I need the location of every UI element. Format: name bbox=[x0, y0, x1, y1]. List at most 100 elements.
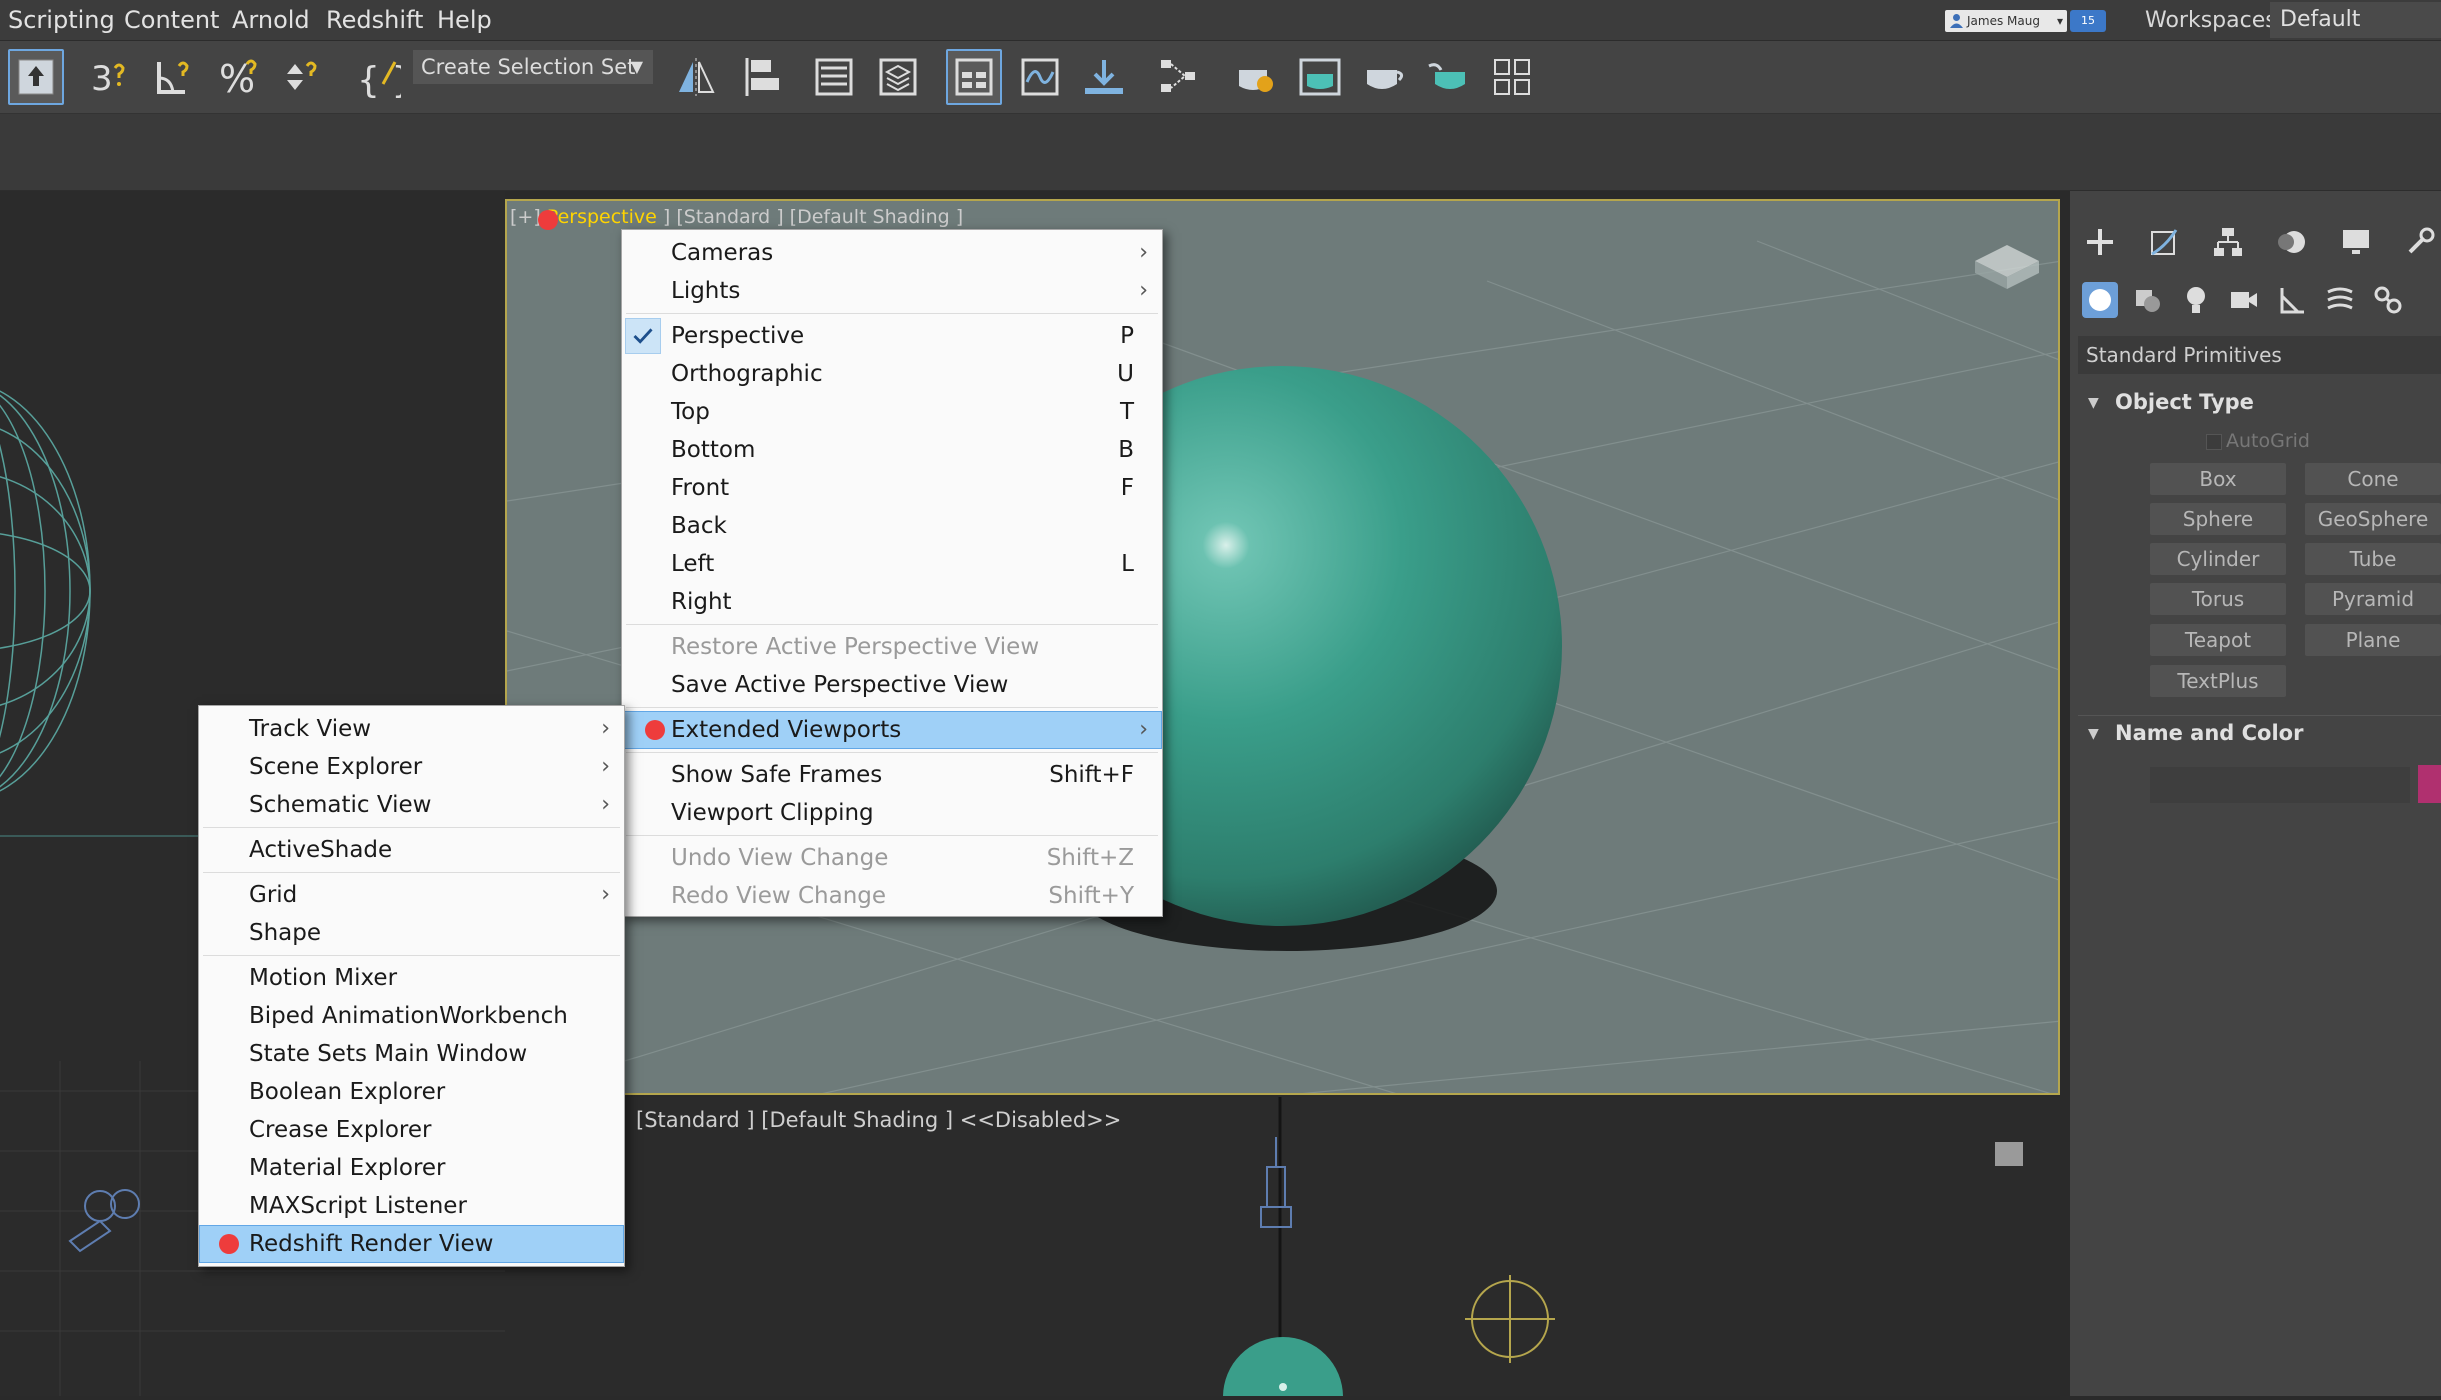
object-name-input[interactable] bbox=[2150, 767, 2410, 803]
menu-item-shape[interactable]: Shape bbox=[199, 914, 624, 952]
shapes-category-button[interactable] bbox=[2130, 282, 2166, 318]
menu-item-viewport-clipping[interactable]: Viewport Clipping bbox=[622, 794, 1162, 832]
menu-item-motion-mixer[interactable]: Motion Mixer bbox=[199, 959, 624, 997]
systems-icon bbox=[2374, 286, 2402, 314]
select-link-icon bbox=[18, 59, 54, 95]
lights-category-button[interactable] bbox=[2178, 282, 2214, 318]
tube-button[interactable]: Tube bbox=[2305, 543, 2441, 575]
edit-named-selection-button[interactable]: { } bbox=[350, 49, 406, 105]
object-category-dropdown[interactable]: Standard Primitives bbox=[2078, 336, 2441, 374]
menu-item-bottom[interactable]: Bottom B bbox=[622, 431, 1162, 469]
object-type-rollout-title[interactable]: Object Type bbox=[2115, 390, 2254, 414]
torus-button[interactable]: Torus bbox=[2150, 583, 2286, 615]
teapot-button[interactable]: Teapot bbox=[2150, 624, 2286, 656]
geometry-category-button[interactable] bbox=[2082, 282, 2118, 318]
chevron-right-icon: › bbox=[1139, 717, 1148, 742]
menu-item-state-sets-main-window[interactable]: State Sets Main Window bbox=[199, 1035, 624, 1073]
textplus-button[interactable]: TextPlus bbox=[2150, 665, 2286, 697]
dope-sheet-button[interactable] bbox=[1076, 49, 1132, 105]
menu-item-lights[interactable]: Lights › bbox=[622, 272, 1162, 310]
toggle-ribbon-button[interactable] bbox=[946, 49, 1002, 105]
collapse-triangle-icon[interactable]: ▼ bbox=[2088, 726, 2099, 742]
hierarchy-tab[interactable] bbox=[2210, 224, 2246, 260]
pyramid-button[interactable]: Pyramid bbox=[2305, 583, 2441, 615]
menu-item-undo-view-change[interactable]: Undo View Change Shift+Z bbox=[622, 839, 1162, 877]
menu-item-extended-viewports[interactable]: Extended Viewports › bbox=[622, 711, 1162, 749]
rendered-frame-window-button[interactable] bbox=[1292, 49, 1348, 105]
mirror-button[interactable] bbox=[668, 49, 724, 105]
viewport-label[interactable]: [+] Perspective ] [Standard ] [Default S… bbox=[510, 206, 963, 228]
viewport-point-of-view-label[interactable]: Perspective bbox=[547, 206, 657, 228]
menu-item-show-safe-frames[interactable]: Show Safe Frames Shift+F bbox=[622, 756, 1162, 794]
viewport-menu-plus[interactable]: [+] bbox=[510, 206, 541, 228]
menu-item-front[interactable]: Front F bbox=[622, 469, 1162, 507]
menu-item-back[interactable]: Back bbox=[622, 507, 1162, 545]
render-production-button[interactable] bbox=[1356, 49, 1412, 105]
geosphere-button[interactable]: GeoSphere bbox=[2305, 503, 2441, 535]
cameras-category-button[interactable] bbox=[2226, 282, 2262, 318]
menu-item-redshift-render-view[interactable]: Redshift Render View bbox=[199, 1225, 624, 1263]
chevron-right-icon: › bbox=[601, 792, 610, 817]
extras-grid-button[interactable] bbox=[1484, 49, 1540, 105]
helpers-category-button[interactable] bbox=[2274, 282, 2310, 318]
workspace-select[interactable]: Default bbox=[2270, 2, 2441, 38]
menu-content[interactable]: Content bbox=[124, 6, 219, 34]
menu-item-right[interactable]: Right bbox=[622, 583, 1162, 621]
utilities-tab[interactable] bbox=[2402, 224, 2438, 260]
angle-snap-button[interactable] bbox=[146, 49, 202, 105]
menu-item-activeshade[interactable]: ActiveShade bbox=[199, 831, 624, 869]
spinner-snap-button[interactable] bbox=[276, 49, 332, 105]
menu-item-restore-active-perspective-view[interactable]: Restore Active Perspective View bbox=[622, 628, 1162, 666]
menu-item-cameras[interactable]: Cameras › bbox=[622, 234, 1162, 272]
create-selection-set-dropdown[interactable]: Create Selection Set ▼ bbox=[413, 50, 653, 84]
menu-item-crease-explorer[interactable]: Crease Explorer bbox=[199, 1111, 624, 1149]
menu-help[interactable]: Help bbox=[437, 6, 492, 34]
bottom-viewport-label[interactable]: [Standard ] [Default Shading ] <<Disable… bbox=[636, 1108, 1121, 1132]
box-button[interactable]: Box bbox=[2150, 463, 2286, 495]
layer-explorer-button[interactable] bbox=[870, 49, 926, 105]
systems-category-button[interactable] bbox=[2370, 282, 2406, 318]
align-button[interactable] bbox=[732, 49, 788, 105]
create-tab[interactable] bbox=[2082, 224, 2118, 260]
menu-item-save-active-perspective-view[interactable]: Save Active Perspective View bbox=[622, 666, 1162, 704]
bottom-viewport[interactable] bbox=[505, 1097, 2060, 1400]
menu-item-perspective[interactable]: Perspective P bbox=[622, 317, 1162, 355]
object-color-swatch[interactable] bbox=[2418, 765, 2441, 803]
display-tab[interactable] bbox=[2338, 224, 2374, 260]
snap-3d-button[interactable]: 3 bbox=[82, 49, 138, 105]
menu-item-maxscript-listener[interactable]: MAXScript Listener bbox=[199, 1187, 624, 1225]
menu-item-top[interactable]: Top T bbox=[622, 393, 1162, 431]
menu-scripting[interactable]: Scripting bbox=[8, 6, 115, 34]
menu-item-orthographic[interactable]: Orthographic U bbox=[622, 355, 1162, 393]
menu-arnold[interactable]: Arnold bbox=[232, 6, 310, 34]
notification-badge[interactable]: 15 bbox=[2070, 10, 2106, 32]
viewport-shading-labels[interactable]: ] [Standard ] [Default Shading ] bbox=[663, 206, 963, 228]
menu-item-boolean-explorer[interactable]: Boolean Explorer bbox=[199, 1073, 624, 1111]
menu-item-material-explorer[interactable]: Material Explorer bbox=[199, 1149, 624, 1187]
autogrid-checkbox[interactable] bbox=[2206, 434, 2222, 450]
select-link-button[interactable] bbox=[8, 49, 64, 105]
cylinder-button[interactable]: Cylinder bbox=[2150, 543, 2286, 575]
menu-redshift[interactable]: Redshift bbox=[326, 6, 423, 34]
menu-item-schematic-view[interactable]: Schematic View › bbox=[199, 786, 624, 824]
space-warps-category-button[interactable] bbox=[2322, 282, 2358, 318]
plane-button[interactable]: Plane bbox=[2305, 624, 2441, 656]
scene-explorer-button[interactable] bbox=[806, 49, 862, 105]
menu-item-left[interactable]: Left L bbox=[622, 545, 1162, 583]
modify-tab[interactable] bbox=[2146, 224, 2182, 260]
percent-snap-button[interactable]: % bbox=[212, 49, 268, 105]
menu-item-scene-explorer[interactable]: Scene Explorer › bbox=[199, 748, 624, 786]
render-setup-button[interactable] bbox=[1228, 49, 1284, 105]
cone-button[interactable]: Cone bbox=[2305, 463, 2441, 495]
menu-item-track-view[interactable]: Track View › bbox=[199, 710, 624, 748]
name-and-color-rollout-title[interactable]: Name and Color bbox=[2115, 721, 2303, 745]
menu-item-biped-animation-workbench[interactable]: Biped AnimationWorkbench bbox=[199, 997, 624, 1035]
menu-item-grid[interactable]: Grid › bbox=[199, 876, 624, 914]
menu-item-redo-view-change[interactable]: Redo View Change Shift+Y bbox=[622, 877, 1162, 915]
schematic-view-button[interactable] bbox=[1150, 49, 1206, 105]
render-iterative-button[interactable] bbox=[1420, 49, 1476, 105]
collapse-triangle-icon[interactable]: ▼ bbox=[2088, 395, 2099, 411]
motion-tab[interactable] bbox=[2274, 224, 2310, 260]
curve-editor-button[interactable] bbox=[1012, 49, 1068, 105]
sphere-button[interactable]: Sphere bbox=[2150, 503, 2286, 535]
